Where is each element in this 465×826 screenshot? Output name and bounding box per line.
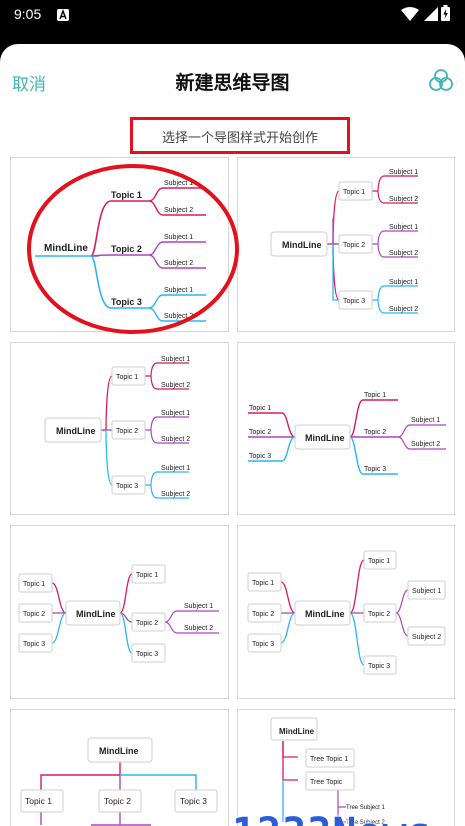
topic-label: Topic 2 (116, 428, 138, 435)
template-card-8[interactable]: MindLine Tree Topic 1 Tree Topic Tree Su… (237, 709, 455, 826)
topic-label: Topic 2 (343, 242, 365, 249)
wifi-icon (401, 7, 419, 21)
subject-label: Subject 1 (161, 465, 190, 472)
template-card-5[interactable]: MindLine Topic 1 Topic 2 Topic 3 Topic 1… (10, 525, 229, 699)
template-card-4[interactable]: MindLine Topic 1 Topic 2 Topic 3 Topic 1… (237, 342, 455, 515)
topic-label: Topic 3 (23, 641, 45, 648)
subject-label: Subject 2 (164, 260, 193, 267)
template-5-preview: MindLine Topic 1 Topic 2 Topic 3 Topic 1… (18, 564, 219, 663)
topic-label: Topic 3 (136, 651, 158, 658)
topic-label: Topic 1 (364, 392, 386, 399)
topic-label: Topic 1 (343, 189, 365, 196)
subject-label: Subject 2 (161, 382, 190, 389)
subject-label: Subject 2 (389, 196, 418, 203)
topic-label: Topic 3 (364, 466, 386, 473)
subject-label: Subject 2 (411, 441, 440, 448)
subject-label: Subject 2 (161, 436, 190, 443)
subject-label: Subject 2 (164, 207, 193, 214)
topic-label: Topic 2 (136, 620, 158, 627)
template-4-preview: MindLine Topic 1 Topic 2 Topic 3 Topic 1… (248, 392, 446, 475)
root-label: MindLine (305, 433, 345, 443)
topic-label: Topic 3 (111, 297, 142, 307)
template-grid: MindLine Topic 1 Topic 2 Topic 3 Subject… (0, 44, 465, 826)
template-6-preview: MindLine Topic 1 Topic 2 Topic 3 Topic 1… (247, 550, 446, 675)
subject-label: Subject 1 (412, 588, 441, 595)
topic-label: Topic 1 (136, 572, 158, 579)
topic-label: Topic 2 (111, 244, 142, 254)
status-time: 9:05 (14, 6, 42, 22)
subject-label: Subject 1 (184, 603, 213, 610)
watermark: 1233News (232, 810, 433, 826)
subject-label: Subject 2 (389, 250, 418, 257)
topic-label: Topic 2 (249, 429, 271, 436)
topic-label: Topic 3 (116, 483, 138, 490)
topic-label: Topic 1 (249, 405, 271, 412)
subject-label: Subject 2 (389, 306, 418, 313)
topic-label: Topic 1 (111, 190, 142, 200)
topic-label: Topic 1 (25, 796, 52, 806)
template-7-preview: MindLine Topic 1 Topic 2 Topic 3 (20, 737, 218, 826)
signal-icon (424, 7, 438, 21)
template-1-preview: MindLine Topic 1 Topic 2 Topic 3 Subject… (35, 180, 206, 322)
tree-topic-label: Tree Topic (310, 779, 343, 786)
root-label: MindLine (44, 243, 88, 254)
subject-label: Subject 1 (164, 234, 193, 241)
subject-label: Subject 1 (161, 356, 190, 363)
battery-icon (441, 5, 450, 21)
topic-label: Topic 1 (368, 558, 390, 565)
subject-label: Subject 1 (411, 417, 440, 424)
subject-label: Subject 1 (389, 169, 418, 176)
topic-label: Topic 3 (180, 796, 207, 806)
subject-label: Subject 2 (161, 491, 190, 498)
topic-label: Topic 2 (23, 611, 45, 618)
subject-label: Subject 1 (161, 410, 190, 417)
topic-label: Topic 1 (252, 580, 274, 587)
subject-label: Subject 1 (389, 224, 418, 231)
topic-label: Topic 2 (364, 429, 386, 436)
template-8-preview: MindLine Tree Topic 1 Tree Topic Tree Su… (270, 717, 385, 826)
topic-label: Topic 3 (249, 453, 271, 460)
subject-label: Subject 1 (164, 180, 193, 187)
root-label: MindLine (305, 609, 345, 619)
root-label: MindLine (56, 426, 96, 436)
subject-label: Subject 2 (164, 313, 193, 320)
topic-label: Topic 1 (23, 581, 45, 588)
topic-label: Topic 2 (104, 796, 131, 806)
root-label: MindLine (76, 609, 116, 619)
notification-icon (57, 9, 69, 21)
template-card-2[interactable]: MindLine Topic 1 Topic 2 Topic 3 Subject… (237, 157, 455, 332)
template-2-preview: MindLine Topic 1 Topic 2 Topic 3 Subject… (270, 169, 418, 314)
root-label: MindLine (99, 746, 139, 756)
template-picker-sheet: 取消 新建思维导图 选择一个导图样式开始创作 MindLine Topic 1 … (0, 44, 465, 826)
subject-label: Subject 1 (164, 287, 193, 294)
subject-label: Subject 1 (389, 279, 418, 286)
status-bar: 9:05 (0, 0, 465, 44)
root-label: MindLine (279, 727, 315, 736)
tree-topic-label: Tree Topic 1 (310, 756, 348, 763)
template-card-1[interactable]: MindLine Topic 1 Topic 2 Topic 3 Subject… (10, 157, 229, 332)
template-card-7[interactable]: MindLine Topic 1 Topic 2 Topic 3 (10, 709, 229, 826)
subject-label: Subject 2 (184, 625, 213, 632)
template-card-3[interactable]: MindLine Topic 1 Topic 2 Topic 3 Subject… (10, 342, 229, 515)
root-label: MindLine (282, 240, 322, 250)
template-3-preview: MindLine Topic 1 Topic 2 Topic 3 Subject… (44, 356, 190, 499)
topic-label: Topic 2 (368, 611, 390, 618)
topic-label: Topic 3 (252, 641, 274, 648)
topic-label: Topic 1 (116, 374, 138, 381)
subject-label: Subject 2 (412, 634, 441, 641)
template-card-6[interactable]: MindLine Topic 1 Topic 2 Topic 3 Topic 1… (237, 525, 455, 699)
topic-label: Topic 3 (368, 663, 390, 670)
topic-label: Topic 3 (343, 298, 365, 305)
topic-label: Topic 2 (252, 611, 274, 618)
